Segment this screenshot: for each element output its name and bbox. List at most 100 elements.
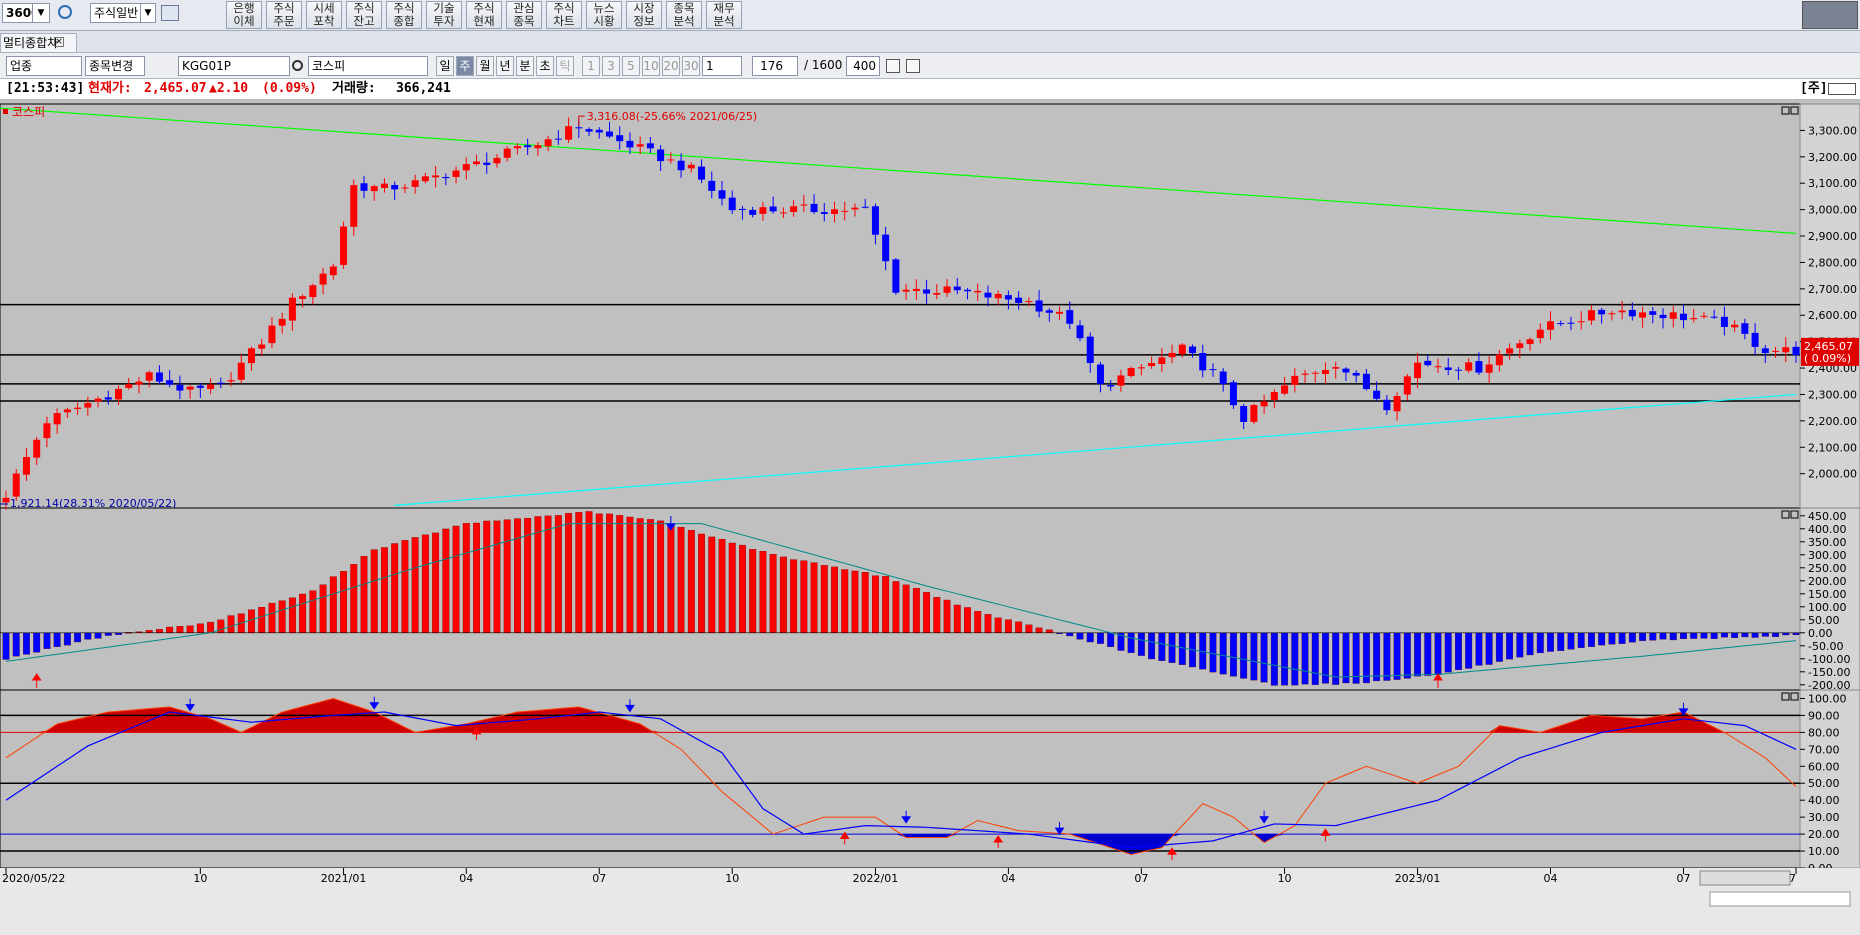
candle-body [33,439,41,458]
x-tick-label: 10 [725,872,739,885]
info-window-icons[interactable] [1828,83,1856,95]
window-controls[interactable] [1802,1,1858,29]
candle-body [1301,373,1309,375]
menu-button-4[interactable]: 주식 종합 [386,1,422,29]
macd-bar [1178,632,1186,665]
candle-body [1035,300,1043,312]
macd-bar [657,520,665,633]
tab-multi-chart[interactable]: 멀티종합차 [0,33,78,53]
x-tick-label: 04 [1544,872,1558,885]
candle-body [1516,343,1524,348]
symbol-code-input[interactable]: KGG01P [178,56,290,76]
period-button-0[interactable]: 일 [436,56,454,76]
interval-button-3[interactable]: 10 [642,56,660,76]
add-window-icon[interactable] [161,5,179,21]
candle-body [53,413,61,425]
menu-button-0[interactable]: 은행 이체 [226,1,262,29]
candle-body [974,290,982,293]
macd-bar [1342,632,1350,684]
macd-bar [442,528,450,633]
change-symbol-select[interactable]: 종목변경 [85,56,145,76]
price-tick-label: 3,300.00 [1808,124,1857,137]
candle-body [1414,362,1422,379]
calendar-icon[interactable] [906,59,920,73]
menu-button-7[interactable]: 관심 종목 [506,1,542,29]
view-count-input[interactable]: 400 [846,56,880,76]
tab-close-icon[interactable]: × [54,37,64,47]
candle-body [1792,346,1800,356]
macd-bar [94,632,102,639]
candle-body [800,204,808,206]
count-input[interactable]: 176 [752,56,798,76]
top-toolbar: 3600 ▼ 주식일반 ▼ 은행 이체 주식 주문 시세 포착 주식 잔고 주식 종합 기… [0,0,1860,31]
macd-bar [1587,632,1595,647]
candle-body [1598,309,1606,315]
menu-button-9[interactable]: 뉴스 시황 [586,1,622,29]
candle-body [391,184,399,190]
menu-button-3[interactable]: 주식 잔고 [346,1,382,29]
candle-body [1567,322,1575,324]
period-button-2[interactable]: 월 [476,56,494,76]
macd-tick-label: 50.00 [1808,614,1840,627]
macd-bar [503,519,511,633]
menu-button-10[interactable]: 시장 정보 [626,1,662,29]
stoch-tick-label: 40.00 [1808,794,1840,807]
interval-button-5[interactable]: 30 [682,56,700,76]
symbol-search-icon[interactable] [292,60,303,71]
menu-button-8[interactable]: 주식 차트 [546,1,582,29]
x-axis-bar [0,868,1860,935]
macd-bar [1608,632,1616,645]
candle-body [953,286,961,291]
macd-bar [1475,632,1483,666]
macd-bar [319,584,327,633]
candle-body [421,176,429,182]
multi-chart[interactable]: 2,000.002,100.002,200.002,300.002,400.00… [0,100,1860,935]
candle-body [309,285,317,298]
menu-button-6[interactable]: 주식 현재 [466,1,502,29]
candle-body [74,407,82,410]
candle-body [503,148,511,158]
candle-body [473,161,481,165]
macd-bar [1393,632,1401,680]
screen-code-dropdown[interactable]: ▼ [32,3,50,23]
macd-bar [1086,632,1094,643]
info-time: [21:53:43] [6,81,85,96]
interval-button-0[interactable]: 1 [582,56,600,76]
candle-body [790,206,798,213]
macd-bar [196,623,204,633]
category-select[interactable]: 업종 [6,56,82,76]
candle-body [1659,314,1667,319]
candle-body [698,166,706,180]
export-icon[interactable] [886,59,900,73]
chart-control-bar: 업종 종목변경 KGG01P 코스피 일주월년분초틱 1 3 5 10 20 30 1 1… [0,53,1860,79]
mode-label: 주식일반 [94,6,139,20]
macd-bar [1373,632,1381,682]
menu-button-5[interactable]: 기술 투자 [426,1,462,29]
interval-button-1[interactable]: 3 [602,56,620,76]
interval-select[interactable]: 1 [702,56,742,76]
macd-bar [790,559,798,633]
candle-body [84,403,92,408]
search-icon[interactable] [58,5,72,19]
macd-bar [1731,632,1739,638]
macd-bar [391,543,399,633]
period-button-4[interactable]: 분 [516,56,534,76]
menu-button-12[interactable]: 재무 분석 [706,1,742,29]
mode-dropdown[interactable]: ▼ [140,3,156,23]
candle-body [963,289,971,292]
interval-button-4[interactable]: 20 [662,56,680,76]
candle-body [1260,401,1268,407]
menu-button-11[interactable]: 종목 분석 [666,1,702,29]
macd-bar [1076,632,1084,640]
macd-bar [1485,632,1493,665]
period-button-6[interactable]: 틱 [556,56,574,76]
interval-button-2[interactable]: 5 [622,56,640,76]
menu-button-2[interactable]: 시세 포착 [306,1,342,29]
menu-button-1[interactable]: 주식 주문 [266,1,302,29]
chart-title-marker [3,109,8,114]
period-button-3[interactable]: 년 [496,56,514,76]
period-button-5[interactable]: 초 [536,56,554,76]
period-button-1[interactable]: 주 [456,56,474,76]
price-change: ▲2.10 [209,81,249,96]
stoch-tick-label: 70.00 [1808,743,1840,756]
